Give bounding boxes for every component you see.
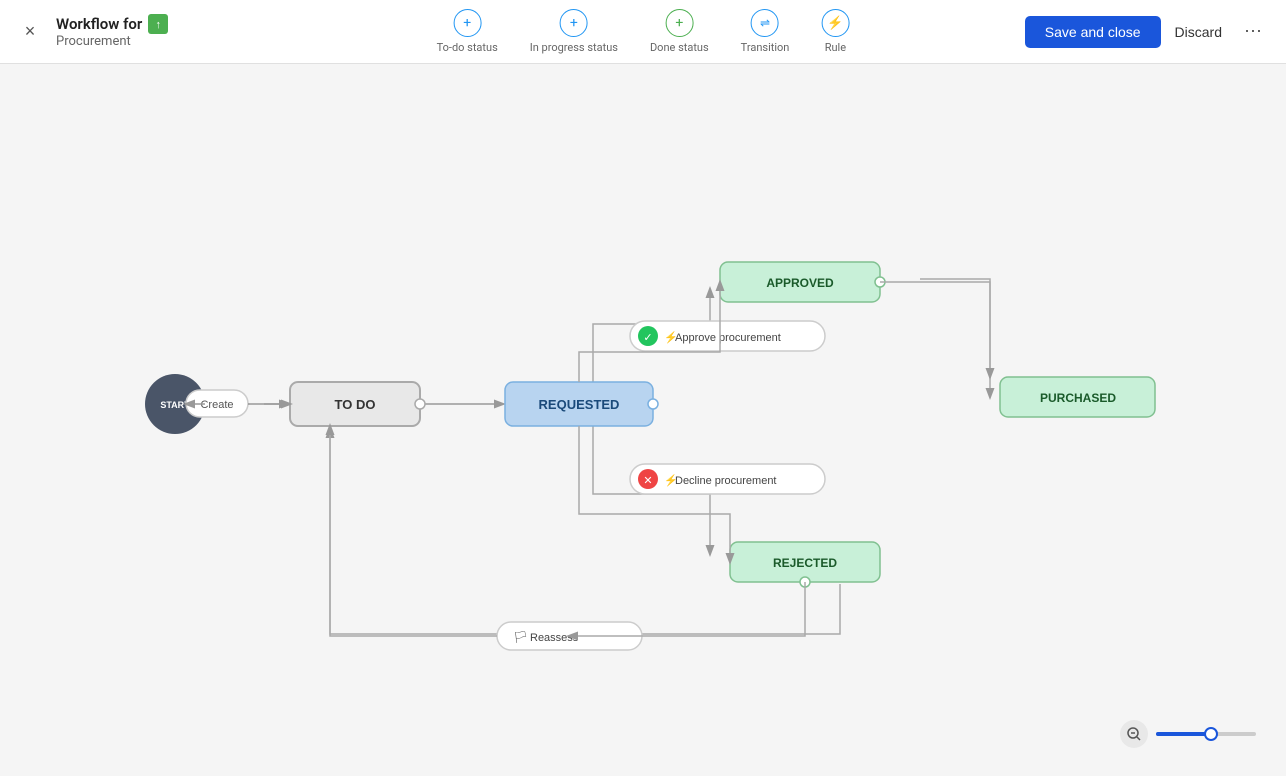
svg-text:REJECTED: REJECTED bbox=[773, 556, 837, 570]
toolbar: + To-do status + In progress status + Do… bbox=[437, 9, 850, 54]
svg-text:✓: ✓ bbox=[643, 331, 652, 344]
transition-icon: ⇌ bbox=[751, 9, 779, 37]
app-header: × Workflow for ↑ Procurement + To-do sta… bbox=[0, 0, 1286, 64]
toolbar-inprogress-status[interactable]: + In progress status bbox=[530, 9, 618, 54]
done-status-icon: + bbox=[665, 9, 693, 37]
svg-text:✕: ✕ bbox=[643, 474, 652, 487]
svg-text:REQUESTED: REQUESTED bbox=[539, 397, 620, 412]
todo-status-label: To-do status bbox=[437, 41, 498, 54]
header-right: Save and close Discard ⋯ bbox=[1025, 16, 1270, 48]
save-close-button[interactable]: Save and close bbox=[1025, 16, 1161, 48]
done-status-label: Done status bbox=[650, 41, 709, 54]
discard-button[interactable]: Discard bbox=[1171, 16, 1226, 48]
workflow-diagram: START Create TO DO REQUESTED APPROVED PU… bbox=[0, 64, 1286, 776]
header-left: × Workflow for ↑ Procurement bbox=[16, 14, 236, 49]
transition-label: Transition bbox=[741, 41, 790, 54]
inprogress-status-icon: + bbox=[560, 9, 588, 37]
rule-icon: ⚡ bbox=[821, 9, 849, 37]
close-button[interactable]: × bbox=[16, 18, 44, 46]
toolbar-rule[interactable]: ⚡ Rule bbox=[821, 9, 849, 54]
zoom-slider-fill bbox=[1156, 732, 1211, 736]
toolbar-todo-status[interactable]: + To-do status bbox=[437, 9, 498, 54]
workflow-canvas[interactable]: START Create TO DO REQUESTED APPROVED PU… bbox=[0, 64, 1286, 776]
svg-text:PURCHASED: PURCHASED bbox=[1040, 391, 1116, 405]
svg-text:Create: Create bbox=[200, 399, 233, 411]
workflow-title: Workflow for bbox=[56, 15, 142, 33]
svg-text:Reassess: Reassess bbox=[530, 632, 579, 644]
svg-text:Approve procurement: Approve procurement bbox=[675, 332, 781, 344]
workflow-title-row: Workflow for ↑ bbox=[56, 14, 168, 34]
zoom-slider-thumb[interactable] bbox=[1204, 727, 1218, 741]
inprogress-status-label: In progress status bbox=[530, 41, 618, 54]
svg-text:APPROVED: APPROVED bbox=[766, 276, 834, 290]
zoom-control bbox=[1120, 720, 1256, 748]
svg-text:Decline procurement: Decline procurement bbox=[675, 475, 777, 487]
workflow-subtitle: Procurement bbox=[56, 34, 168, 49]
more-options-button[interactable]: ⋯ bbox=[1236, 17, 1270, 46]
upload-icon: ↑ bbox=[148, 14, 168, 34]
rule-label: Rule bbox=[825, 41, 846, 54]
svg-text:TO DO: TO DO bbox=[335, 397, 376, 412]
toolbar-done-status[interactable]: + Done status bbox=[650, 9, 709, 54]
toolbar-transition[interactable]: ⇌ Transition bbox=[741, 9, 790, 54]
zoom-slider[interactable] bbox=[1156, 732, 1256, 736]
workflow-title-block: Workflow for ↑ Procurement bbox=[56, 14, 168, 49]
zoom-out-icon[interactable] bbox=[1120, 720, 1148, 748]
svg-text:🏳: 🏳 bbox=[513, 630, 528, 644]
todo-status-icon: + bbox=[453, 9, 481, 37]
